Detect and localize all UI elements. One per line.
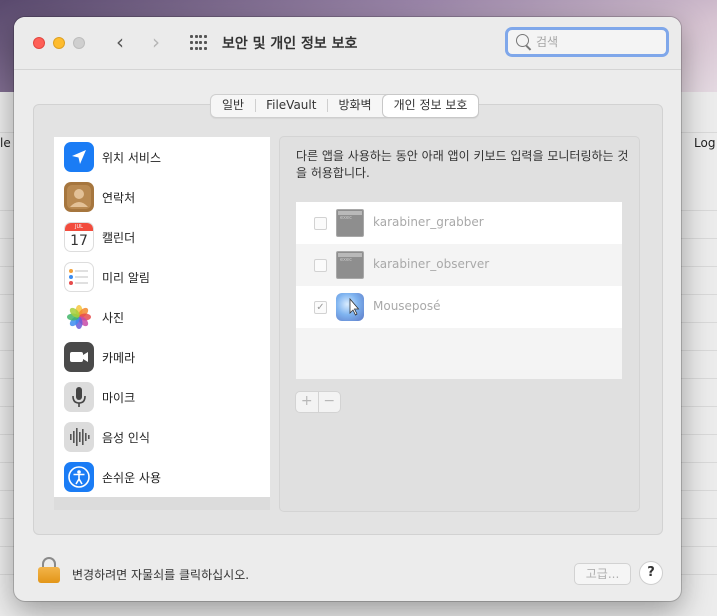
list-item-karabiner-observer[interactable]: exec karabiner_observer: [296, 244, 622, 286]
tab-filevault[interactable]: FileVault: [255, 95, 327, 117]
sidebar-item-reminders[interactable]: 미리 알림: [54, 257, 270, 297]
sidebar-item-label: 위치 서비스: [102, 151, 162, 165]
terminal-icon: exec: [336, 209, 364, 237]
close-button[interactable]: [33, 37, 45, 49]
sidebar-item-label: 손쉬운 사용: [102, 471, 162, 485]
zoom-button[interactable]: [73, 37, 85, 49]
privacy-description: 다른 앱을 사용하는 동안 아래 앱이 키보드 입력을 모니터링하는 것을 허용…: [296, 149, 629, 180]
sidebar-item-speech-recognition[interactable]: 음성 인식: [54, 417, 270, 457]
search-field[interactable]: [505, 27, 669, 57]
sidebar-item-label: 마이크: [102, 391, 136, 405]
advanced-button[interactable]: 고급...: [574, 563, 631, 585]
sidebar-item-microphone[interactable]: 마이크: [54, 377, 270, 417]
camera-icon: [64, 342, 94, 372]
sidebar-item-label: 연락처: [102, 191, 136, 205]
sidebar-item-label: 카메라: [102, 351, 136, 365]
sidebar-item-photos[interactable]: 사진: [54, 297, 270, 337]
sidebar-item-label: 미리 알림: [102, 271, 150, 285]
background-column-label-right: Log: [694, 136, 716, 150]
add-remove-control: + −: [295, 391, 341, 413]
window-title: 보안 및 개인 정보 보호: [222, 36, 358, 52]
chevron-right-icon: ›: [152, 30, 160, 54]
mousepose-icon: [336, 293, 364, 321]
reminders-icon: [64, 262, 94, 292]
speech-recognition-icon: [64, 422, 94, 452]
list-empty-row: [296, 328, 622, 379]
tab-bar: 일반 FileVault 방화벽 개인 정보 보호: [210, 94, 480, 118]
app-checkbox-checked[interactable]: ✓: [314, 301, 327, 314]
show-all-grid-icon[interactable]: [190, 35, 207, 51]
sidebar-item-contacts[interactable]: 연락처: [54, 177, 270, 217]
location-arrow-icon: [64, 142, 94, 172]
tab-general[interactable]: 일반: [211, 95, 255, 117]
sidebar-item-label: 캘린더: [102, 231, 136, 245]
sidebar-item-camera[interactable]: 카메라: [54, 337, 270, 377]
app-name: karabiner_observer: [373, 257, 490, 271]
list-item-mousepose[interactable]: ✓ Mouseposé: [296, 286, 622, 328]
sidebar-item-location-services[interactable]: 위치 서비스: [54, 137, 270, 177]
search-icon: [516, 34, 529, 47]
accessibility-icon: [64, 462, 94, 492]
add-app-button[interactable]: +: [296, 392, 318, 412]
remove-app-button[interactable]: −: [317, 392, 341, 412]
sidebar-item-label: 사진: [102, 311, 125, 325]
chevron-left-icon: ‹: [116, 30, 124, 54]
preferences-window: ‹ › 보안 및 개인 정보 보호 일반 FileVault 방화벽 개인 정보…: [14, 17, 681, 601]
calendar-icon: JUL 17: [64, 222, 94, 252]
sidebar-item-accessibility[interactable]: 손쉬운 사용: [54, 457, 270, 497]
app-checkbox[interactable]: [314, 217, 327, 230]
contacts-icon: [64, 182, 94, 212]
list-item-karabiner-grabber[interactable]: exec karabiner_grabber: [296, 202, 622, 244]
lock-icon[interactable]: [38, 557, 60, 583]
calendar-day: 17: [70, 233, 88, 249]
tab-privacy[interactable]: 개인 정보 보호: [382, 95, 479, 117]
forward-button[interactable]: ›: [144, 30, 168, 54]
calendar-month: JUL: [75, 224, 83, 230]
app-name: karabiner_grabber: [373, 215, 484, 229]
back-button[interactable]: ‹: [108, 30, 132, 54]
sidebar-item-selected-partial[interactable]: [54, 497, 270, 510]
sidebar-item-label: 음성 인식: [102, 431, 150, 445]
app-name: Mouseposé: [373, 299, 441, 313]
app-list[interactable]: exec karabiner_grabber exec karabiner_ob…: [296, 202, 622, 379]
photos-icon: [64, 302, 94, 332]
terminal-icon: exec: [336, 251, 364, 279]
privacy-category-list[interactable]: 위치 서비스 연락처 JUL 17 캘린더 미리 알림 사진 카메라 마이크 음…: [54, 137, 270, 510]
background-column-label-left: le: [0, 136, 11, 150]
minimize-button[interactable]: [53, 37, 65, 49]
sidebar-item-calendar[interactable]: JUL 17 캘린더: [54, 217, 270, 257]
tab-firewall[interactable]: 방화벽: [327, 95, 382, 117]
microphone-icon: [64, 382, 94, 412]
help-button[interactable]: ?: [639, 561, 663, 585]
lock-status-text: 변경하려면 자물쇠를 클릭하십시오.: [72, 568, 250, 582]
titlebar: ‹ › 보안 및 개인 정보 보호: [14, 17, 681, 70]
search-input[interactable]: [536, 33, 656, 51]
app-checkbox[interactable]: [314, 259, 327, 272]
